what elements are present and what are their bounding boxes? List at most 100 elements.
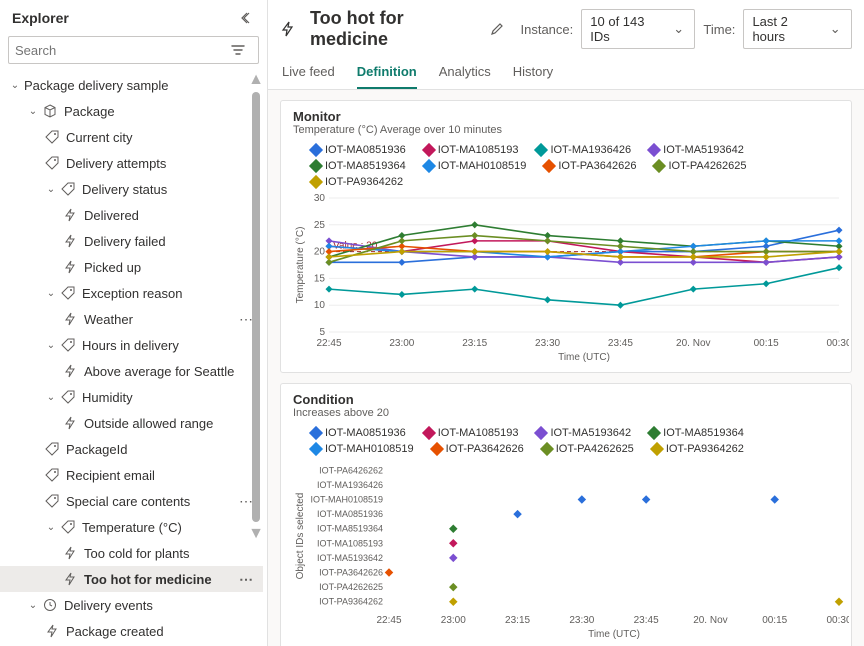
tree-item[interactable]: ⌄Delivery status⋯ — [0, 176, 263, 202]
swatch-icon — [309, 143, 323, 157]
legend-item[interactable]: IOT-MA0851936 — [311, 427, 406, 439]
expand-icon[interactable]: ⌄ — [44, 288, 58, 299]
tab-live-feed[interactable]: Live feed — [282, 58, 335, 89]
tree-item-label: Picked up — [84, 260, 235, 275]
tree-item[interactable]: Too hot for medicine⋯ — [0, 566, 263, 592]
collapse-sidebar-button[interactable] — [239, 10, 255, 26]
tree-item[interactable]: Special care contents⋯ — [0, 488, 263, 514]
svg-text:Time (UTC): Time (UTC) — [588, 629, 640, 639]
swatch-icon — [647, 426, 661, 440]
tree-item[interactable]: ⌄Humidity⋯ — [0, 384, 263, 410]
svg-text:23:00: 23:00 — [389, 338, 414, 349]
content-scroll[interactable]: Monitor Temperature (°C) Average over 10… — [268, 90, 864, 646]
tab-definition[interactable]: Definition — [357, 58, 417, 89]
tree-item[interactable]: ⌄Exception reason⋯ — [0, 280, 263, 306]
tree-scrollbar[interactable]: ▲ ▼ — [247, 72, 265, 646]
legend-item[interactable]: IOT-MA5193642 — [649, 144, 744, 156]
svg-text:IOT-MA1936426: IOT-MA1936426 — [317, 480, 383, 490]
search-input[interactable] — [15, 43, 230, 58]
legend-item[interactable]: IOT-MAH0108519 — [424, 160, 527, 172]
tree-item[interactable]: Delivered⋯ — [0, 202, 263, 228]
legend-item[interactable]: IOT-MA1085193 — [424, 144, 519, 156]
tree-item-label: Delivered — [84, 208, 235, 223]
condition-chart[interactable]: IOT-PA6426262IOT-MA1936426IOT-MAH0108519… — [293, 459, 849, 639]
explorer-tree[interactable]: ▲ ▼ ⌄Package delivery sample⋯⌄Package⋯Cu… — [0, 72, 267, 646]
tree-item[interactable]: Picked up⋯ — [0, 254, 263, 280]
tag-icon — [60, 519, 76, 535]
tree-item[interactable]: ⌄Temperature (°C)⋯ — [0, 514, 263, 540]
legend-item[interactable]: IOT-PA9364262 — [311, 176, 403, 188]
search-input-wrap[interactable] — [8, 36, 259, 64]
instance-picker[interactable]: 10 of 143 IDs ⌄ — [581, 9, 695, 49]
tab-analytics[interactable]: Analytics — [439, 58, 491, 89]
tree-item-label: Package delivery sample — [24, 78, 235, 93]
svg-text:22:45: 22:45 — [376, 615, 401, 626]
scroll-thumb[interactable] — [252, 92, 260, 522]
explorer-title: Explorer — [12, 10, 69, 26]
tree-item[interactable]: Package created⋯ — [0, 618, 263, 644]
tree-item[interactable]: Weather⋯ — [0, 306, 263, 332]
tree-item[interactable]: Delivery attempts⋯ — [0, 150, 263, 176]
tree-item-label: Current city — [66, 130, 235, 145]
svg-text:00:30: 00:30 — [826, 615, 849, 626]
scroll-up-icon[interactable]: ▲ — [248, 72, 264, 88]
svg-text:20. Nov: 20. Nov — [693, 615, 727, 626]
legend-item[interactable]: IOT-MAH0108519 — [311, 443, 414, 455]
condition-title: Condition — [293, 392, 839, 407]
legend-item[interactable]: IOT-MA1085193 — [424, 427, 519, 439]
legend-item[interactable]: IOT-MA5193642 — [536, 427, 631, 439]
explorer-sidebar: Explorer ▲ ▼ ⌄Package delivery sample⋯⌄P… — [0, 0, 268, 646]
time-label: Time: — [703, 22, 735, 37]
svg-text:22:45: 22:45 — [316, 338, 341, 349]
swatch-icon — [534, 426, 548, 440]
tree-item[interactable]: ⌄Package delivery sample⋯ — [0, 72, 263, 98]
svg-text:IOT-PA3642626: IOT-PA3642626 — [319, 568, 383, 578]
chevron-down-icon: ⌄ — [671, 21, 686, 37]
legend-item[interactable]: IOT-PA9364262 — [652, 443, 744, 455]
legend-item[interactable]: IOT-MA0851936 — [311, 144, 406, 156]
legend-item[interactable]: IOT-MA8519364 — [311, 160, 406, 172]
legend-item[interactable]: IOT-MA1936426 — [536, 144, 631, 156]
expand-icon[interactable]: ⌄ — [26, 600, 40, 611]
tree-item[interactable]: Outside allowed range⋯ — [0, 410, 263, 436]
swatch-icon — [422, 159, 436, 173]
monitor-chart[interactable]: 51015202530Value : 2022:4523:0023:1523:3… — [293, 192, 849, 362]
expand-icon[interactable]: ⌄ — [44, 340, 58, 351]
svg-text:IOT-PA6426262: IOT-PA6426262 — [319, 465, 383, 475]
expand-icon[interactable]: ⌄ — [44, 392, 58, 403]
legend-item[interactable]: IOT-PA4262625 — [542, 443, 634, 455]
legend-item[interactable]: IOT-MA8519364 — [649, 427, 744, 439]
main-panel: Too hot for medicine Instance: 10 of 143… — [268, 0, 864, 646]
legend-item[interactable]: IOT-PA3642626 — [544, 160, 636, 172]
bolt-icon — [44, 623, 60, 639]
expand-icon[interactable]: ⌄ — [8, 80, 22, 91]
tree-item-label: Delivery attempts — [66, 156, 235, 171]
legend-item[interactable]: IOT-PA4262625 — [654, 160, 746, 172]
tree-item[interactable]: Above average for Seattle⋯ — [0, 358, 263, 384]
svg-text:15: 15 — [314, 273, 326, 284]
tree-item[interactable]: ⌄Hours in delivery⋯ — [0, 332, 263, 358]
expand-icon[interactable]: ⌄ — [26, 106, 40, 117]
bolt-icon — [62, 415, 78, 431]
tree-item[interactable]: Recipient email⋯ — [0, 462, 263, 488]
svg-text:25: 25 — [314, 220, 326, 231]
legend-item[interactable]: IOT-PA3642626 — [432, 443, 524, 455]
tree-item[interactable]: Current city⋯ — [0, 124, 263, 150]
page-title: Too hot for medicine — [310, 8, 481, 50]
tree-item[interactable]: ⌄Delivery events⋯ — [0, 592, 263, 618]
tree-item[interactable]: Delivery failed⋯ — [0, 228, 263, 254]
scroll-down-icon[interactable]: ▼ — [248, 526, 264, 542]
tree-item[interactable]: ⌄Package⋯ — [0, 98, 263, 124]
svg-text:23:00: 23:00 — [441, 615, 466, 626]
chevron-down-icon: ⌄ — [828, 21, 843, 37]
time-picker[interactable]: Last 2 hours ⌄ — [743, 9, 852, 49]
tree-item[interactable]: PackageId⋯ — [0, 436, 263, 462]
swatch-icon — [647, 143, 661, 157]
edit-title-button[interactable] — [489, 21, 504, 37]
filter-icon[interactable] — [230, 42, 246, 58]
tree-item-label: Weather — [84, 312, 235, 327]
tab-history[interactable]: History — [513, 58, 553, 89]
expand-icon[interactable]: ⌄ — [44, 184, 58, 195]
tree-item[interactable]: Too cold for plants⋯ — [0, 540, 263, 566]
expand-icon[interactable]: ⌄ — [44, 522, 58, 533]
